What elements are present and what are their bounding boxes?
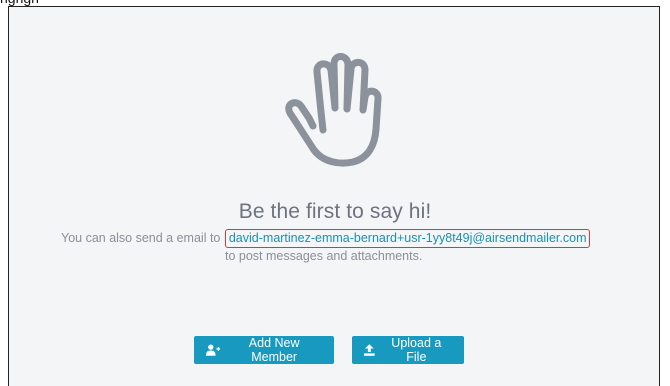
empty-state-title: Be the first to say hi! (238, 200, 432, 223)
email-suffix-text: to post messages and attachments. (225, 249, 423, 263)
upload-file-button[interactable]: Upload a File (352, 336, 464, 364)
upload-file-label: Upload a File (391, 336, 442, 364)
add-new-member-button[interactable]: Add New Member (194, 336, 334, 364)
add-new-member-label: Add New Member (248, 336, 300, 364)
channel-email-link[interactable]: david-martinez-emma-bernard+usr-1yy8t49j… (224, 229, 591, 248)
email-prefix-text: You can also send a email to (61, 231, 221, 245)
empty-chat-panel: Be the first to say hi! You can also sen… (8, 6, 660, 386)
user-plus-icon (206, 344, 221, 356)
waving-hand-icon (285, 53, 382, 167)
upload-icon (364, 344, 375, 356)
email-instructions: You can also send a email to david-marti… (61, 229, 591, 248)
